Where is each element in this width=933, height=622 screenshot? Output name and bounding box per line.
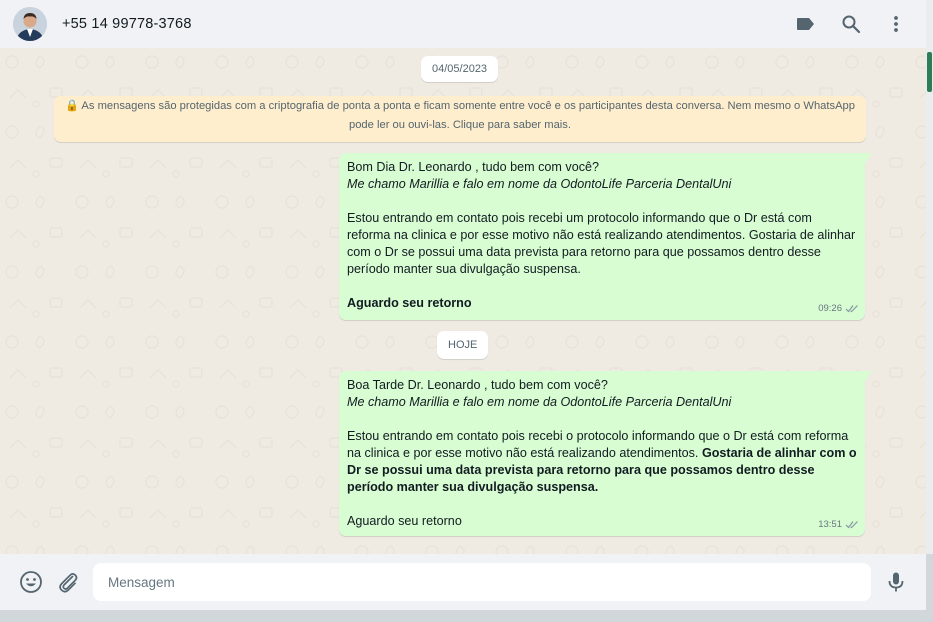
message-intro: Me chamo Marillia e falo em nome da Odon…	[347, 395, 732, 409]
read-ticks-icon	[845, 305, 858, 313]
contact-name[interactable]: +55 14 99778-3768	[62, 16, 192, 32]
bubble-tail	[864, 371, 872, 383]
message-closing: Aguardo seu retorno	[347, 296, 472, 310]
search-icon[interactable]	[839, 12, 863, 36]
date-chip: 04/05/2023	[421, 56, 499, 82]
message-closing: Aguardo seu retorno	[347, 514, 462, 528]
message-intro: Me chamo Marillia e falo em nome da Odon…	[347, 177, 732, 191]
read-ticks-icon	[845, 521, 858, 529]
outgoing-message[interactable]: Boa Tarde Dr. Leonardo , tudo bem com vo…	[339, 371, 872, 536]
contact-avatar[interactable]	[13, 7, 47, 41]
label-icon[interactable]	[794, 12, 818, 36]
window-bottom-edge	[0, 610, 933, 622]
message-greeting: Boa Tarde Dr. Leonardo , tudo bem com vo…	[347, 378, 608, 392]
encryption-notice[interactable]: 🔒 As mensagens são protegidas com a crip…	[54, 96, 866, 142]
message-body: Estou entrando em contato pois recebi o …	[347, 428, 857, 496]
date-chip: HOJE	[437, 331, 489, 359]
message-meta: 09:26	[818, 300, 859, 317]
compose-bar	[0, 554, 926, 610]
scrollbar-thumb[interactable]	[927, 52, 932, 92]
message-time: 13:51	[818, 519, 842, 530]
message-time: 09:26	[818, 303, 842, 314]
message-list[interactable]: 04/05/2023 🔒 As mensagens são protegidas…	[0, 48, 926, 554]
message-input[interactable]	[93, 563, 871, 601]
encryption-notice-line1: 🔒 As mensagens são protegidas com a crip…	[64, 100, 855, 112]
encryption-notice-line2: pode ler ou ouvi-las. Clique para saber …	[348, 119, 571, 131]
message-greeting: Bom Dia Dr. Leonardo , tudo bem com você…	[347, 160, 600, 174]
message-meta: 13:51	[818, 516, 859, 533]
emoji-icon[interactable]	[19, 570, 43, 594]
attach-icon[interactable]	[56, 570, 80, 594]
chat-header: +55 14 99778-3768	[0, 0, 926, 48]
menu-icon[interactable]	[884, 12, 908, 36]
outgoing-message[interactable]: Bom Dia Dr. Leonardo , tudo bem com você…	[339, 153, 872, 320]
microphone-icon[interactable]	[884, 570, 908, 594]
bubble-tail	[864, 153, 872, 165]
message-body: Estou entrando em contato pois recebi um…	[347, 211, 856, 276]
